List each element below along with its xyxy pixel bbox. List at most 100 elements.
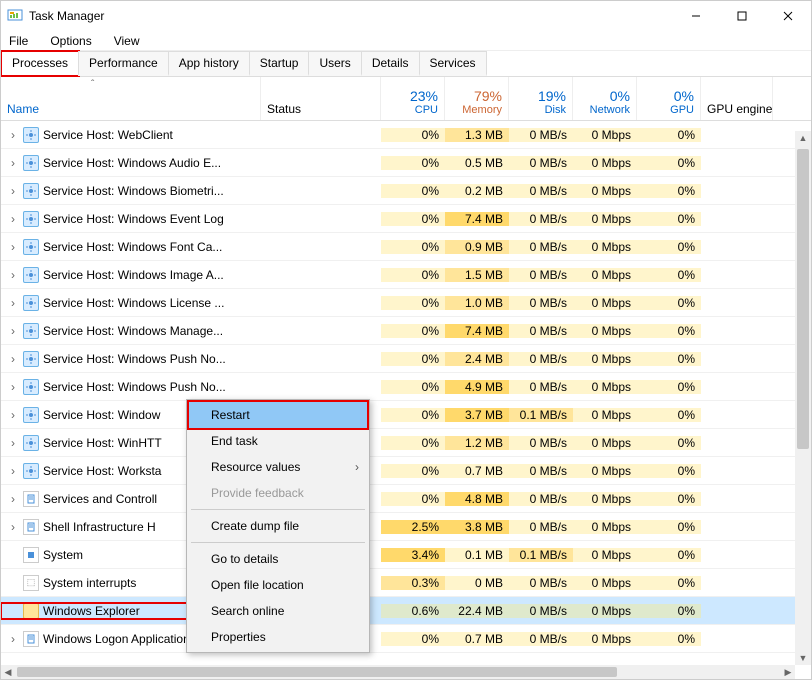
disk-cell: 0 MB/s [509,464,573,478]
context-menu-item[interactable]: Resource values [189,454,367,480]
tab-startup[interactable]: Startup [249,51,310,76]
gear-icon [23,267,39,283]
process-row[interactable]: ›Service Host: Windows License ...0%1.0 … [1,289,811,317]
gear-icon [23,351,39,367]
process-row[interactable]: ›Service Host: Windows Manage...0%7.4 MB… [1,317,811,345]
col-cpu-pct: 23% [410,88,438,104]
process-row[interactable]: ⬚System interrupts0.3%0 MB0 MB/s0 Mbps0% [1,569,811,597]
scroll-right-icon[interactable]: ▶ [781,667,795,678]
tab-users[interactable]: Users [308,51,361,76]
process-row[interactable]: ›Service Host: WinHTT0%1.2 MB0 MB/s0 Mbp… [1,429,811,457]
network-cell: 0 Mbps [573,380,637,394]
context-menu-item[interactable]: Properties [189,624,367,650]
expand-icon[interactable]: › [7,268,19,282]
process-name: System [43,548,83,562]
scroll-down-icon[interactable]: ▼ [795,651,811,665]
gear-icon [23,183,39,199]
tab-services[interactable]: Services [419,51,487,76]
minimize-button[interactable] [673,1,719,31]
process-row[interactable]: ›Services and Controll0%4.8 MB0 MB/s0 Mb… [1,485,811,513]
context-menu-item[interactable]: Restart [189,402,367,428]
expand-icon[interactable]: › [7,632,19,646]
process-name: Service Host: WinHTT [43,436,162,450]
cpu-cell: 2.5% [381,520,445,534]
maximize-button[interactable] [719,1,765,31]
scroll-left-icon[interactable]: ◀ [1,667,15,678]
context-menu-item[interactable]: Open file location [189,572,367,598]
process-row[interactable]: ›Service Host: Windows Image A...0%1.5 M… [1,261,811,289]
expand-icon[interactable]: › [7,212,19,226]
gear-icon [23,379,39,395]
col-network[interactable]: 0%Network [573,77,637,120]
expand-icon[interactable]: › [7,296,19,310]
context-menu-item[interactable]: Create dump file [189,513,367,539]
process-name: Service Host: Windows Font Ca... [43,240,222,254]
process-row[interactable]: System3.4%0.1 MB0.1 MB/s0 Mbps0% [1,541,811,569]
process-row[interactable]: ›Service Host: Worksta0%0.7 MB0 MB/s0 Mb… [1,457,811,485]
close-button[interactable] [765,1,811,31]
gpu-cell: 0% [637,464,701,478]
process-row[interactable]: ›Windows Logon Application0%0.7 MB0 MB/s… [1,625,811,653]
memory-cell: 0.5 MB [445,156,509,170]
gpu-cell: 0% [637,604,701,618]
gpu-cell: 0% [637,156,701,170]
disk-cell: 0.1 MB/s [509,548,573,562]
col-disk-label: Disk [545,104,566,116]
scroll-up-icon[interactable]: ▲ [795,131,811,145]
horizontal-scrollbar[interactable]: ◀ ▶ [1,665,795,679]
tab-details[interactable]: Details [361,51,420,76]
process-row[interactable]: Windows Explorer0.6%22.4 MB0 MB/s0 Mbps0… [1,597,811,625]
scroll-thumb-h[interactable] [17,667,617,677]
expand-icon[interactable]: › [7,464,19,478]
memory-cell: 3.8 MB [445,520,509,534]
context-menu-item[interactable]: Search online [189,598,367,624]
expand-icon[interactable]: › [7,240,19,254]
process-row[interactable]: ›Service Host: Windows Push No...0%4.9 M… [1,373,811,401]
col-cpu[interactable]: 23%CPU [381,77,445,120]
context-menu-item[interactable]: Go to details [189,546,367,572]
network-cell: 0 Mbps [573,408,637,422]
gpu-cell: 0% [637,324,701,338]
process-row[interactable]: ›Shell Infrastructure H2.5%3.8 MB0 MB/s0… [1,513,811,541]
context-menu: RestartEnd taskResource valuesProvide fe… [186,399,370,653]
gpu-cell: 0% [637,632,701,646]
scroll-thumb-v[interactable] [797,149,809,449]
col-name[interactable]: ˆ Name [1,77,261,120]
vertical-scrollbar[interactable]: ▲ ▼ [795,131,811,665]
col-memory[interactable]: 79%Memory [445,77,509,120]
expand-icon[interactable]: › [7,436,19,450]
process-name-cell: ›Service Host: Windows License ... [1,295,261,311]
expand-icon[interactable]: › [7,156,19,170]
tab-performance[interactable]: Performance [78,51,169,76]
process-row[interactable]: ›Service Host: Windows Audio E... 0% 0.5 M… [1,149,811,177]
process-row[interactable]: ›Service Host: WebClient0%1.3 MB0 MB/s0 … [1,121,811,149]
process-name-cell: ›Service Host: Windows Audio E... [1,155,261,171]
expand-icon[interactable]: › [7,408,19,422]
expand-icon[interactable]: › [7,352,19,366]
col-gpu-engine[interactable]: GPU engine [701,77,773,120]
expand-icon[interactable]: › [7,380,19,394]
process-row[interactable]: ›Service Host: Window0%3.7 MB0.1 MB/s0 M… [1,401,811,429]
process-name: Service Host: WebClient [43,128,173,142]
expand-icon[interactable]: › [7,128,19,142]
expand-icon[interactable]: › [7,324,19,338]
col-net-label: Network [590,104,630,116]
menu-file[interactable]: File [5,32,32,50]
col-status[interactable]: Status [261,77,381,120]
memory-cell: 0 MB [445,576,509,590]
col-gpu[interactable]: 0%GPU [637,77,701,120]
col-disk[interactable]: 19%Disk [509,77,573,120]
menu-options[interactable]: Options [46,32,95,50]
process-row[interactable]: ›Service Host: Windows Font Ca...0%0.9 M… [1,233,811,261]
context-menu-item[interactable]: End task [189,428,367,454]
expand-icon[interactable]: › [7,520,19,534]
expand-icon[interactable]: › [7,492,19,506]
process-row[interactable]: ›Service Host: Windows Push No...0%2.4 M… [1,345,811,373]
col-cpu-label: CPU [415,104,438,116]
process-row[interactable]: ›Service Host: Windows Event Log0%7.4 MB… [1,205,811,233]
expand-icon[interactable]: › [7,184,19,198]
menu-view[interactable]: View [110,32,144,50]
tab-app-history[interactable]: App history [168,51,250,76]
tab-processes[interactable]: Processes [1,51,79,76]
process-row[interactable]: ›Service Host: Windows Biometri...0%0.2 … [1,177,811,205]
